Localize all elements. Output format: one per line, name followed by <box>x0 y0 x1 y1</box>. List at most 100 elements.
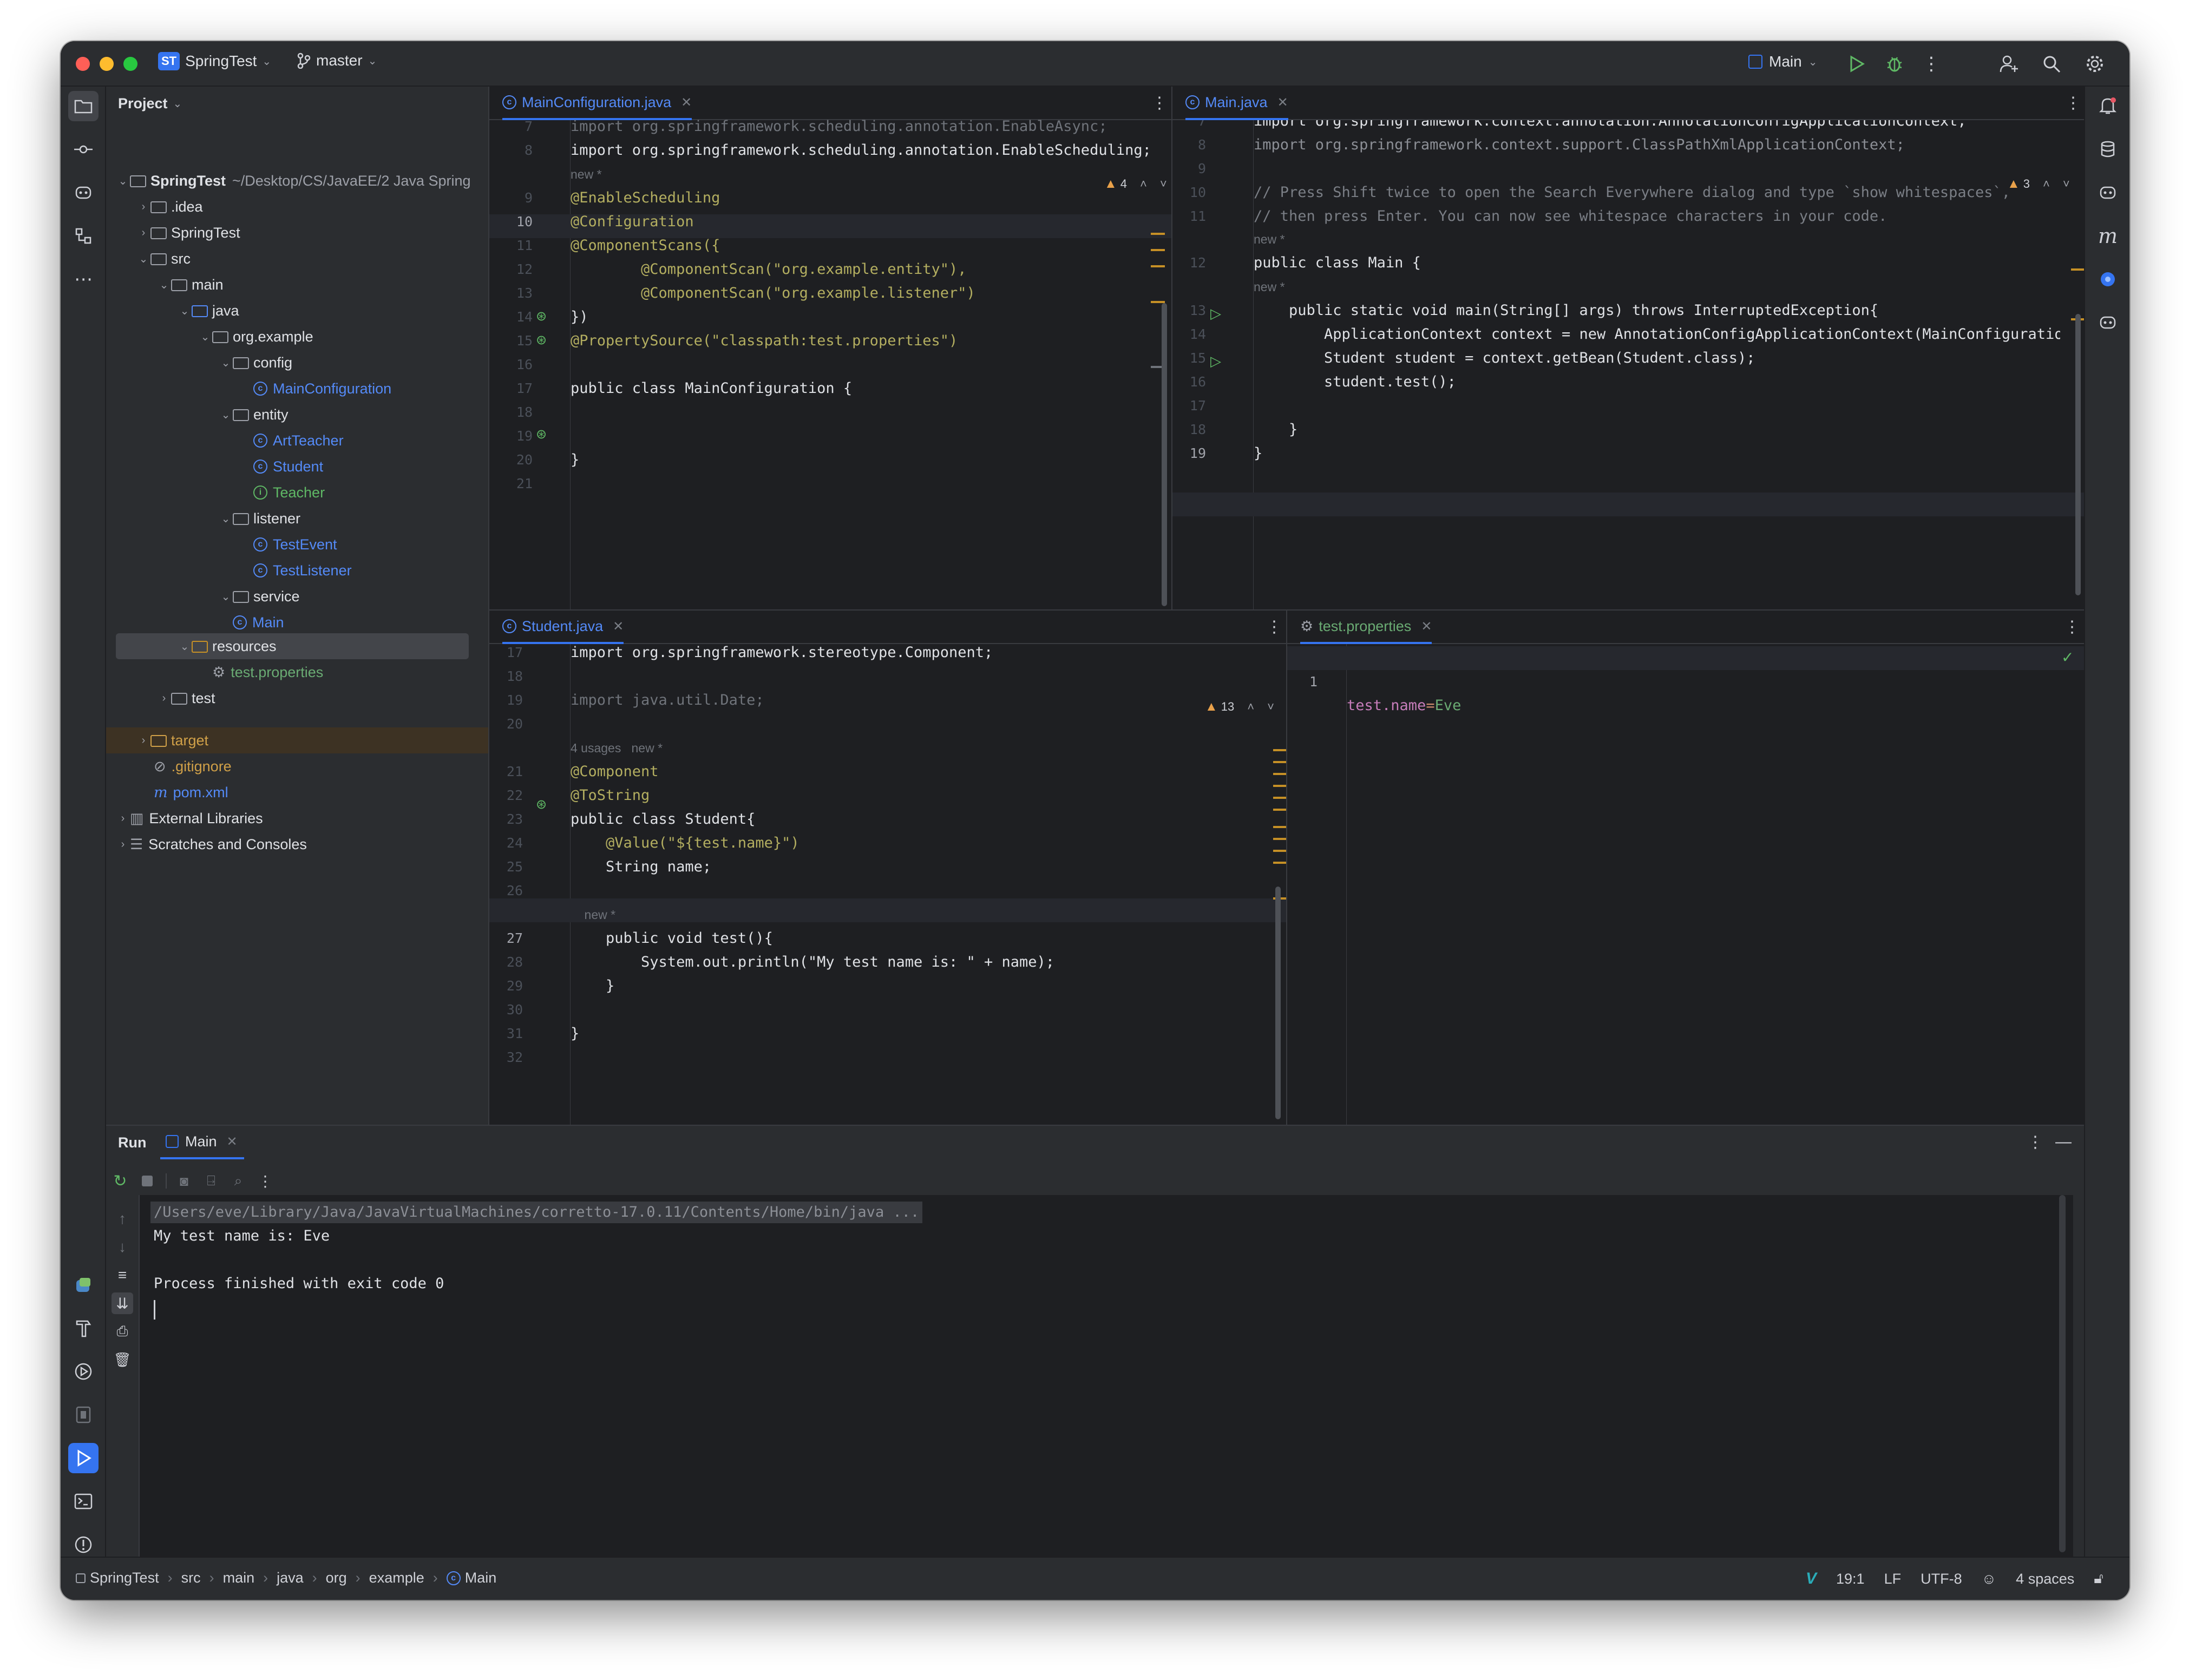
close-tab-icon[interactable]: ✕ <box>613 619 624 634</box>
breadcrumb-item[interactable]: src <box>181 1570 201 1586</box>
search-in-output-icon[interactable]: ⌕ <box>227 1170 249 1192</box>
more-tools-icon[interactable]: ⋯ <box>68 264 99 294</box>
tree-item-target[interactable]: › target <box>136 727 208 753</box>
vertical-scrollbar[interactable] <box>2075 314 2081 595</box>
tree-root[interactable]: ⌄ SpringTest ~/Desktop/CS/JavaEE/2 Java … <box>116 168 471 194</box>
database-icon[interactable] <box>2093 134 2123 165</box>
run-services-tool-button[interactable] <box>68 1356 99 1387</box>
tree-item-mainconfiguration[interactable]: c MainConfiguration <box>253 376 391 402</box>
problems-tool-button[interactable] <box>68 1530 99 1560</box>
ai-chat-icon[interactable] <box>2093 307 2123 338</box>
tree-item-artteacher[interactable]: c ArtTeacher <box>253 428 344 454</box>
vertical-scrollbar[interactable] <box>1275 887 1281 1119</box>
add-user-icon[interactable] <box>1997 52 2021 76</box>
tree-item-springtest[interactable]: › SpringTest <box>136 220 240 246</box>
tab-menu-icon[interactable]: ⋮ <box>2061 616 2083 638</box>
vue-plugin-icon[interactable]: V <box>1806 1570 1817 1588</box>
commit-tool-button[interactable] <box>68 134 99 165</box>
print-icon[interactable]: ⎙ <box>112 1321 133 1342</box>
code-area[interactable]: 7 import org.springframework.scheduling.a… <box>489 118 1171 609</box>
close-tab-icon[interactable]: ✕ <box>1277 95 1288 110</box>
run-tool-button[interactable] <box>68 1443 99 1473</box>
tree-item-student[interactable]: c Student <box>253 454 323 480</box>
zoom-window-button[interactable] <box>123 57 137 71</box>
minimize-panel-icon[interactable]: — <box>2053 1131 2074 1153</box>
terminal-tool-button[interactable] <box>68 1486 99 1517</box>
tree-item-service[interactable]: ⌄ service <box>219 583 300 609</box>
inspection-widget[interactable]: ▲ 4 ˄ ˅ <box>1104 176 1167 192</box>
tab-run-main[interactable]: Main ✕ <box>160 1126 244 1159</box>
tree-item-java[interactable]: ⌄ java <box>178 298 239 324</box>
maven-icon[interactable]: m <box>2093 221 2123 251</box>
breadcrumb-item[interactable]: main <box>223 1570 255 1586</box>
database-grid-tool-button[interactable] <box>68 1400 99 1430</box>
tree-item-config[interactable]: ⌄ config <box>219 350 292 376</box>
tree-item-testevent[interactable]: c TestEvent <box>253 531 337 557</box>
notifications-bell-icon[interactable] <box>2093 91 2123 121</box>
breadcrumb-item[interactable]: example <box>369 1570 424 1586</box>
ai-assistant-tool-button[interactable] <box>68 178 99 208</box>
tree-item-main[interactable]: ⌄ main <box>157 272 224 298</box>
run-panel-options-icon[interactable]: ⋮ <box>2024 1131 2046 1153</box>
console-command-line[interactable]: /Users/eve/Library/Java/JavaVirtualMachi… <box>150 1202 923 1223</box>
structure-tool-button[interactable] <box>68 221 99 251</box>
stop-button[interactable] <box>136 1170 158 1192</box>
tree-item-src[interactable]: ⌄ src <box>136 246 191 272</box>
project-view-selector[interactable]: Project ⌄ <box>118 95 182 112</box>
project-tool-button[interactable] <box>68 91 99 121</box>
ai-assistant-status-icon[interactable]: ☺ <box>1982 1571 1997 1587</box>
inspection-widget[interactable]: ▲ 3 ˄ ˅ <box>2007 176 2070 192</box>
console-output[interactable]: /Users/eve/Library/Java/JavaVirtualMachi… <box>140 1195 2073 1558</box>
breadcrumb-item[interactable]: Main <box>465 1570 497 1586</box>
close-tab-icon[interactable]: ✕ <box>227 1134 238 1150</box>
soft-wrap-icon[interactable]: ≡ <box>112 1264 133 1286</box>
breadcrumb-item[interactable]: java <box>277 1570 304 1586</box>
services-tool-button[interactable] <box>68 1270 99 1300</box>
close-tab-icon[interactable]: ✕ <box>681 95 692 110</box>
tree-item-entity[interactable]: ⌄ entity <box>219 402 289 428</box>
tab-main[interactable]: c Main.java ✕ <box>1185 87 1288 120</box>
breadcrumb-item[interactable]: org <box>326 1570 347 1586</box>
tree-item-test-properties[interactable]: ⚙ test.properties <box>212 659 323 685</box>
branch-switcher[interactable]: master ⌄ <box>297 52 377 69</box>
tab-student[interactable]: c Student.java ✕ <box>502 611 624 644</box>
copilot-icon[interactable] <box>2093 264 2123 294</box>
tree-item-teacher[interactable]: i Teacher <box>253 480 325 506</box>
run-gutter-icon[interactable]: ▷ <box>1210 305 1221 322</box>
tree-item-test[interactable]: › test <box>157 685 215 711</box>
file-encoding[interactable]: UTF-8 <box>1921 1571 1962 1587</box>
tree-item-pom-xml[interactable]: m pom.xml <box>154 779 228 805</box>
tab-menu-icon[interactable]: ⋮ <box>2062 92 2084 114</box>
tab-menu-icon[interactable]: ⋮ <box>1149 92 1170 114</box>
project-switcher[interactable]: ST SpringTest ⌄ <box>158 52 271 70</box>
spring-bean-gutter-icon[interactable]: ⊛ <box>536 426 547 442</box>
tab-test-properties[interactable]: ⚙ test.properties ✕ <box>1300 611 1432 644</box>
indent-setting[interactable]: 4 spaces <box>2016 1571 2074 1587</box>
rerun-icon[interactable]: ↻ <box>109 1170 131 1192</box>
arrow-down-icon[interactable]: ↓ <box>112 1236 133 1258</box>
tree-item-gitignore[interactable]: ⊘ .gitignore <box>154 753 232 779</box>
tree-item-org-example[interactable]: ⌄ org.example <box>198 324 313 350</box>
line-separator[interactable]: LF <box>1884 1571 1902 1587</box>
spring-bean-gutter-icon[interactable]: ⊛ <box>536 309 547 324</box>
search-icon[interactable] <box>2040 52 2063 76</box>
build-tool-button[interactable] <box>68 1313 99 1343</box>
spring-bean-gutter-icon[interactable]: ⊛ <box>536 332 547 348</box>
vertical-scrollbar[interactable] <box>1162 303 1167 606</box>
trash-icon[interactable]: 🗑 <box>112 1349 133 1370</box>
scroll-to-end-icon[interactable]: ⇊ <box>112 1292 133 1314</box>
breadcrumb-item[interactable]: SpringTest <box>90 1570 159 1586</box>
tree-item-main-class[interactable]: c Main <box>233 609 284 635</box>
debug-button[interactable] <box>1883 52 1906 76</box>
tree-item-resources[interactable]: ⌄ resources <box>178 633 277 659</box>
tree-item-testlistener[interactable]: c TestListener <box>253 557 352 583</box>
code-area[interactable]: 1 test.name=Eve <box>1287 646 2084 714</box>
tree-item-idea[interactable]: › .idea <box>136 194 203 220</box>
tree-item-listener[interactable]: ⌄ listener <box>219 506 300 531</box>
code-area[interactable]: 17 import org.springframework.stereotype.… <box>489 644 1286 1120</box>
tab-menu-icon[interactable]: ⋮ <box>1263 616 1285 638</box>
run-gutter-icon[interactable]: ▷ <box>1210 353 1221 370</box>
vertical-scrollbar[interactable] <box>2059 1195 2066 1552</box>
caret-position[interactable]: 19:1 <box>1836 1571 1865 1587</box>
tree-item-external-libraries[interactable]: › ▥ External Libraries <box>116 805 263 831</box>
